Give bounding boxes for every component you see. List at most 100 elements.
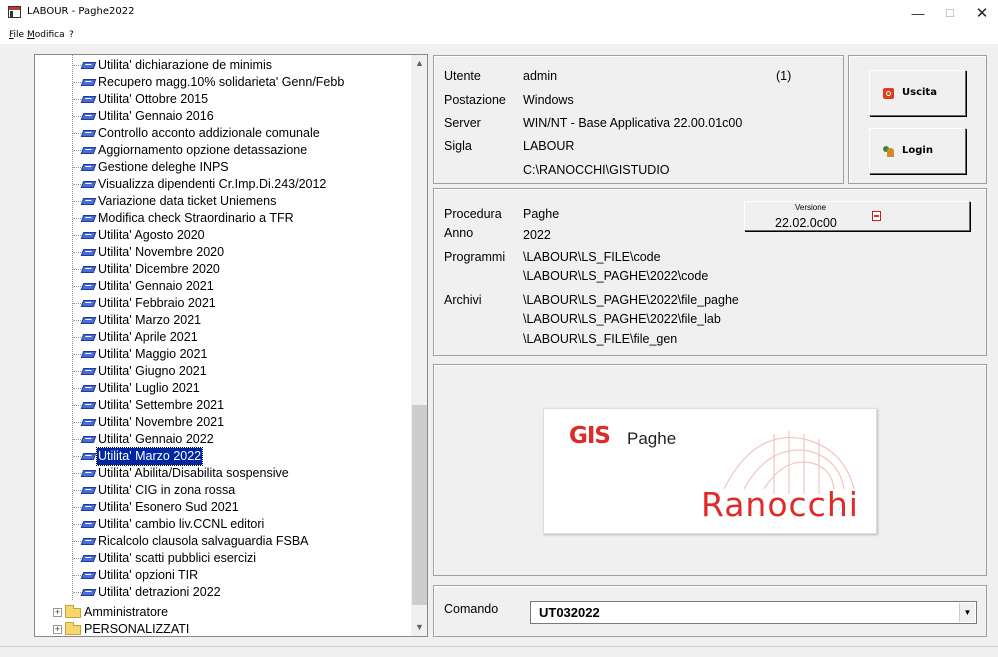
tree-item[interactable]: Utilita' Ottobre 2015 xyxy=(35,91,411,108)
chevron-down-icon[interactable]: ▼ xyxy=(959,603,975,622)
tree-item[interactable]: Utilita' Settembre 2021 xyxy=(35,397,411,414)
expand-icon[interactable]: + xyxy=(53,625,62,634)
scroll-thumb[interactable] xyxy=(412,405,427,605)
function-icon xyxy=(80,555,97,562)
tree-item[interactable]: Recupero magg.10% solidarieta' Genn/Febb xyxy=(35,74,411,91)
command-value[interactable]: UT032022 xyxy=(539,605,600,620)
tree-item[interactable]: Controllo acconto addizionale comunale xyxy=(35,125,411,142)
function-icon xyxy=(80,317,97,324)
tree-item-label: Utilita' Marzo 2021 xyxy=(98,313,202,327)
tree-folder-amministratore[interactable]: + Amministratore xyxy=(35,604,411,621)
tree-item[interactable]: Utilita' opzioni TIR xyxy=(35,567,411,584)
function-icon xyxy=(80,300,97,307)
menu-file[interactable]: File xyxy=(9,30,24,40)
anno-value: 2022 xyxy=(523,228,551,242)
tree-connector xyxy=(73,167,81,168)
tree-item[interactable]: Utilita' Gennaio 2022 xyxy=(35,431,411,448)
command-combobox[interactable]: UT032022 ▼ xyxy=(530,601,977,624)
exit-icon xyxy=(883,88,894,99)
tree-item-label: Recupero magg.10% solidarieta' Genn/Febb xyxy=(98,75,345,89)
archivi-path: \LABOUR\LS_FILE\file_gen xyxy=(523,332,678,346)
tree-item[interactable]: Utilita' Novembre 2021 xyxy=(35,414,411,431)
sigla-label: Sigla xyxy=(444,139,472,153)
function-icon xyxy=(80,96,97,103)
tree-item-label: Utilita' scatti pubblici esercizi xyxy=(98,551,256,565)
function-icon xyxy=(80,266,97,273)
tree-item[interactable]: Utilita' Abilita/Disabilita sospensive xyxy=(35,465,411,482)
tree-connector xyxy=(73,490,81,491)
function-icon xyxy=(80,402,97,409)
tree-item[interactable]: Ricalcolo clausola salvaguardia FSBA xyxy=(35,533,411,550)
tree-item[interactable]: Utilita' Dicembre 2020 xyxy=(35,261,411,278)
tree-connector xyxy=(73,507,81,508)
function-icon xyxy=(80,453,97,460)
logo-panel: GIS Paghe Ranocchi xyxy=(433,364,987,576)
procedure-panel: Procedura Paghe Anno 2022 Programmi \LAB… xyxy=(433,188,987,356)
login-button[interactable]: Login xyxy=(869,128,966,174)
tree-item-label: Utilita' Luglio 2021 xyxy=(98,381,200,395)
expand-icon[interactable]: + xyxy=(53,608,62,617)
command-label: Comando xyxy=(444,602,499,616)
tree-item[interactable]: Utilita' Agosto 2020 xyxy=(35,227,411,244)
action-buttons-panel: Uscita Login xyxy=(848,55,987,184)
tree-connector xyxy=(73,337,81,338)
menu-help[interactable]: ? xyxy=(69,30,74,40)
tree-item[interactable]: Utilita' Marzo 2022 xyxy=(35,447,411,466)
close-button[interactable]: ✕ xyxy=(962,4,998,24)
tree-item-label: Visualizza dipendenti Cr.Imp.Di.243/2012 xyxy=(98,177,327,191)
tree-item-label: Variazione data ticket Uniemens xyxy=(98,194,277,208)
tree-item[interactable]: Aggiornamento opzione detassazione xyxy=(35,142,411,159)
tree-connector xyxy=(73,592,81,593)
tree-item[interactable]: Utilita' Aprile 2021 xyxy=(35,329,411,346)
function-icon xyxy=(80,147,97,154)
tree-connector xyxy=(73,133,81,134)
tree-item[interactable]: Visualizza dipendenti Cr.Imp.Di.243/2012 xyxy=(35,176,411,193)
tree-item[interactable]: Utilita' Novembre 2020 xyxy=(35,244,411,261)
tree-item[interactable]: Utilita' Giugno 2021 xyxy=(35,363,411,380)
tree-item[interactable]: Utilita' scatti pubblici esercizi xyxy=(35,550,411,567)
menu-bar: File Modifica ? xyxy=(0,28,998,44)
tree-item[interactable]: Utilita' Gennaio 2016 xyxy=(35,108,411,125)
tree-item[interactable]: Gestione deleghe INPS xyxy=(35,159,411,176)
tree-item[interactable]: Variazione data ticket Uniemens xyxy=(35,193,411,210)
menu-modifica[interactable]: Modifica xyxy=(27,30,65,40)
tree-item-label: Utilita' Abilita/Disabilita sospensive xyxy=(98,466,289,480)
tree-folder-personalizzati[interactable]: + PERSONALIZZATI xyxy=(35,621,411,636)
tree-item[interactable]: Utilita' Esonero Sud 2021 xyxy=(35,499,411,516)
version-label: Versione xyxy=(795,203,827,212)
scroll-up-icon[interactable]: ▲ xyxy=(411,55,427,72)
tree-item-label: Utilita' Esonero Sud 2021 xyxy=(98,500,239,514)
version-value: 22.02.0c00 xyxy=(775,216,837,230)
pdf-icon[interactable] xyxy=(872,211,881,221)
tree-item-label: Utilita' Ottobre 2015 xyxy=(98,92,209,106)
tree-item[interactable]: Utilita' Febbraio 2021 xyxy=(35,295,411,312)
tree-item-label: Utilita' Agosto 2020 xyxy=(98,228,205,242)
tree-item[interactable]: Utilita' dichiarazione de minimis xyxy=(35,57,411,74)
tree-connector xyxy=(73,286,81,287)
tree-item-label: Utilita' dichiarazione de minimis xyxy=(98,58,272,72)
function-icon xyxy=(80,504,97,511)
tree-item-label: Utilita' Febbraio 2021 xyxy=(98,296,216,310)
tree-connector xyxy=(73,439,81,440)
tree-item[interactable]: Utilita' CIG in zona rossa xyxy=(35,482,411,499)
tree-item[interactable]: Utilita' detrazioni 2022 xyxy=(35,584,411,601)
function-icon xyxy=(80,368,97,375)
tree-item[interactable]: Utilita' Marzo 2021 xyxy=(35,312,411,329)
tree-item[interactable]: Utilita' cambio liv.CCNL editori xyxy=(35,516,411,533)
tree-item[interactable]: Utilita' Gennaio 2021 xyxy=(35,278,411,295)
function-icon xyxy=(80,249,97,256)
tree-item[interactable]: Modifica check Straordinario a TFR xyxy=(35,210,411,227)
function-tree[interactable]: Utilita' dichiarazione de minimis Recuper… xyxy=(34,54,428,637)
tree-connector xyxy=(73,252,81,253)
version-box[interactable]: Versione 22.02.0c00 xyxy=(744,201,970,231)
programmi-label: Programmi xyxy=(444,250,506,264)
tree-item-label: Utilita' cambio liv.CCNL editori xyxy=(98,517,265,531)
exit-button[interactable]: Uscita xyxy=(869,70,966,116)
status-bar xyxy=(0,646,998,657)
tree-scrollbar[interactable]: ▲ ▼ xyxy=(411,55,427,636)
login-button-label: Login xyxy=(902,145,933,156)
logo-ranocchi-text: Ranocchi xyxy=(701,485,859,524)
tree-item[interactable]: Utilita' Maggio 2021 xyxy=(35,346,411,363)
scroll-down-icon[interactable]: ▼ xyxy=(411,619,427,636)
tree-item[interactable]: Utilita' Luglio 2021 xyxy=(35,380,411,397)
